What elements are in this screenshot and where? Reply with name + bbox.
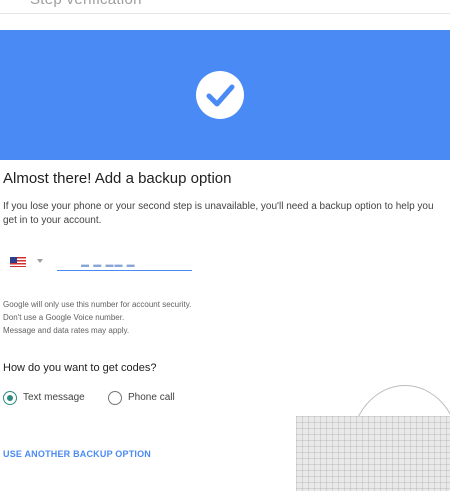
- watermark-overlay: [296, 416, 450, 491]
- phone-number-value: ▬ ▬ ▬▬ ▬: [81, 260, 136, 269]
- radio-button[interactable]: [108, 391, 122, 405]
- note-line: Don't use a Google Voice number.: [3, 313, 125, 322]
- radio-label: Text message: [23, 392, 85, 403]
- page-title: Step verification: [30, 0, 142, 8]
- description: If you lose your phone or your second st…: [3, 201, 434, 226]
- note-line: Message and data rates may apply.: [3, 326, 130, 335]
- phone-notes: Google will only use this number for acc…: [3, 298, 191, 337]
- top-bar: Step verification: [0, 0, 450, 14]
- chevron-down-icon: [37, 259, 43, 263]
- radio-label: Phone call: [128, 392, 175, 403]
- radio-button-selected[interactable]: [3, 391, 17, 405]
- codes-question: How do you want to get codes?: [3, 362, 157, 374]
- heading: Almost there! Add a backup option: [3, 170, 232, 187]
- phone-number-input[interactable]: ▬ ▬ ▬▬ ▬: [57, 255, 192, 271]
- use-another-backup-option-link[interactable]: USE ANOTHER BACKUP OPTION: [3, 449, 151, 459]
- us-flag-icon: [10, 257, 26, 267]
- country-select[interactable]: [10, 255, 50, 269]
- note-line: Google will only use this number for acc…: [3, 300, 192, 309]
- check-circle-icon: [196, 71, 244, 119]
